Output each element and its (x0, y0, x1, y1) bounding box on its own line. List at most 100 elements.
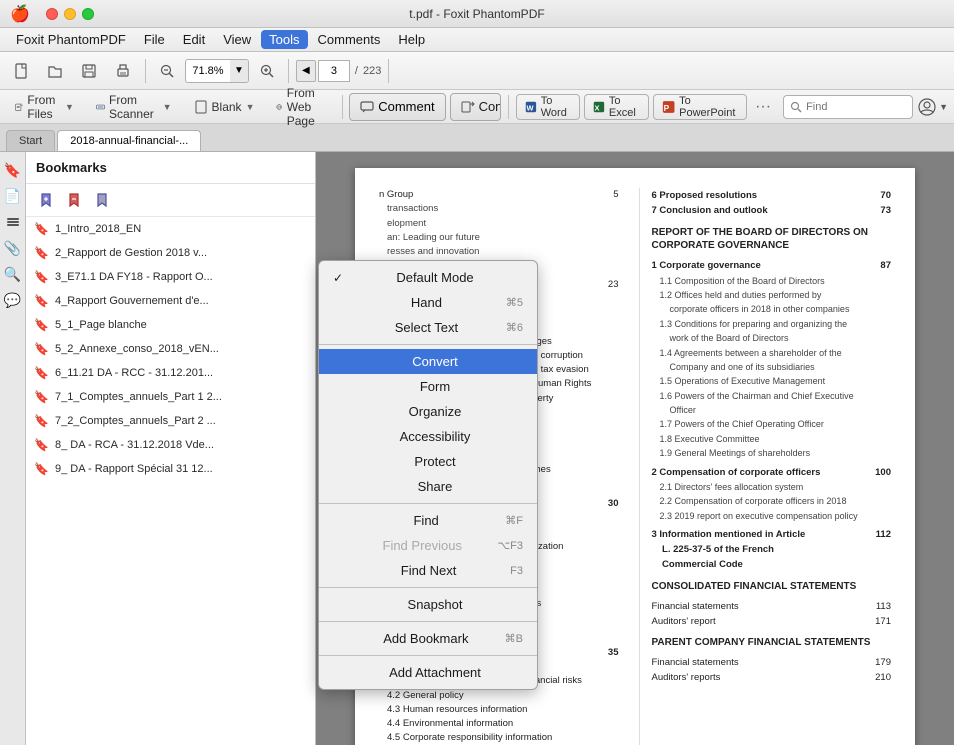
bookmark-label: 4_Rapport Gouvernement d'e... (55, 295, 209, 307)
tab-start[interactable]: Start (6, 130, 55, 151)
sidebar-layers-icon[interactable] (3, 212, 23, 232)
menu-foxit[interactable]: Foxit PhantomPDF (8, 30, 134, 49)
from-web-page-button[interactable]: From Web Page (267, 94, 334, 120)
menu-share[interactable]: Share (319, 474, 537, 499)
blank-button[interactable]: Blank ▼ (185, 94, 264, 120)
list-item[interactable]: 🔖 8_ DA - RCA - 31.12.2018 Vde... (26, 433, 315, 457)
bookmarks-panel: Bookmarks 🔖 1_Intro_2018_EN 🔖 2_Rapport … (26, 152, 316, 745)
from-web-page-label: From Web Page (287, 86, 326, 128)
menu-tools[interactable]: Tools (261, 30, 307, 49)
to-excel-button[interactable]: X To Excel (584, 94, 649, 120)
save-button[interactable] (74, 59, 104, 83)
menu-convert[interactable]: Convert (319, 349, 537, 374)
list-item[interactable]: 🔖 6_11.21 DA - RCC - 31.12.201... (26, 361, 315, 385)
menu-item-label: Form (420, 379, 450, 394)
menu-item-label: Protect (414, 454, 455, 469)
menu-item-label: Accessibility (400, 429, 471, 444)
traffic-lights (46, 8, 94, 20)
add-bookmark-icon-btn[interactable] (34, 188, 58, 212)
menu-item-label: Find Previous (383, 538, 462, 553)
separator (319, 503, 537, 504)
bookmarks-toolbar (26, 184, 315, 217)
bookmark-label: 1_Intro_2018_EN (55, 223, 141, 235)
menu-snapshot[interactable]: Snapshot (319, 592, 537, 617)
to-powerpoint-button[interactable]: P To PowerPoint (653, 94, 747, 120)
menu-organize[interactable]: Organize (319, 399, 537, 424)
sidebar-attachments-icon[interactable]: 📎 (3, 238, 23, 258)
remove-bookmark-icon-btn[interactable] (62, 188, 86, 212)
menu-accessibility[interactable]: Accessibility (319, 424, 537, 449)
list-item[interactable]: 🔖 3_E71.1 DA FY18 - Rapport O... (26, 265, 315, 289)
menu-add-attachment[interactable]: Add Attachment (319, 660, 537, 685)
shortcut-label: ⌘F (505, 514, 523, 527)
bookmark-label: 7_1_Comptes_annuels_Part 1 2... (55, 391, 222, 403)
menu-protect[interactable]: Protect (319, 449, 537, 474)
tab-bar: Start 2018-annual-financial-... (0, 124, 954, 152)
convert-main-button[interactable]: Convert (451, 94, 502, 120)
page-input[interactable]: 3 (318, 60, 350, 82)
list-item[interactable]: 🔖 2_Rapport de Gestion 2018 v... (26, 241, 315, 265)
zoom-input[interactable]: 71.8% (186, 65, 230, 77)
list-item[interactable]: 🔖 7_2_Comptes_annuels_Part 2 ... (26, 409, 315, 433)
list-item[interactable]: 🔖 9_ DA - Rapport Spécial 31 12... (26, 457, 315, 481)
to-excel-label: To Excel (609, 95, 640, 119)
from-files-arrow: ▼ (65, 102, 74, 112)
menu-find-next[interactable]: Find Next F3 (319, 558, 537, 583)
menu-item-label: Add Bookmark (383, 631, 468, 646)
list-item[interactable]: 🔖 5_1_Page blanche (26, 313, 315, 337)
list-item[interactable]: 🔖 1_Intro_2018_EN (26, 217, 315, 241)
page-navigation: ◀ 3 / 223 (296, 60, 381, 82)
search-input[interactable] (806, 101, 906, 113)
bookmark-icon: 🔖 (34, 294, 49, 308)
menu-item-label: Convert (412, 354, 458, 369)
list-item[interactable]: 🔖 4_Rapport Gouvernement d'e... (26, 289, 315, 313)
bookmark-icon: 🔖 (34, 366, 49, 380)
menu-comments[interactable]: Comments (310, 30, 389, 49)
zoom-in-button[interactable] (253, 60, 281, 82)
print-button[interactable] (108, 59, 138, 83)
zoom-out-button[interactable] (153, 60, 181, 82)
minimize-button[interactable] (64, 8, 76, 20)
sidebar-pages-icon[interactable]: 📄 (3, 186, 23, 206)
shortcut-label: ⌘6 (506, 321, 523, 334)
menu-help[interactable]: Help (390, 30, 433, 49)
from-files-button[interactable]: From Files ▼ (6, 94, 83, 120)
collapse-bookmark-icon-btn[interactable] (90, 188, 114, 212)
bookmark-label: 7_2_Comptes_annuels_Part 2 ... (55, 415, 216, 427)
from-scanner-button[interactable]: From Scanner ▼ (87, 94, 181, 120)
new-file-button[interactable] (6, 59, 36, 83)
menu-item-label: Default Mode (396, 270, 473, 285)
shortcut-label: ⌘B (505, 632, 523, 645)
user-icon-area[interactable]: ▼ (917, 97, 948, 117)
title-bar: 🍎 t.pdf - Foxit PhantomPDF (0, 0, 954, 28)
comment-button[interactable]: Comment (349, 93, 445, 121)
bookmark-label: 8_ DA - RCA - 31.12.2018 Vde... (55, 439, 214, 451)
menu-find[interactable]: Find ⌘F (319, 508, 537, 533)
menu-hand[interactable]: Hand ⌘5 (319, 290, 537, 315)
menu-view[interactable]: View (215, 30, 259, 49)
to-powerpoint-label: To PowerPoint (679, 95, 738, 119)
list-item[interactable]: 🔖 5_2_Annexe_conso_2018_vEN... (26, 337, 315, 361)
more-options-button[interactable]: ··· (751, 98, 775, 116)
menu-default-mode[interactable]: ✓ Default Mode (319, 265, 537, 290)
list-item[interactable]: 🔖 7_1_Comptes_annuels_Part 1 2... (26, 385, 315, 409)
maximize-button[interactable] (82, 8, 94, 20)
open-file-button[interactable] (40, 59, 70, 83)
menu-add-bookmark[interactable]: Add Bookmark ⌘B (319, 626, 537, 651)
to-word-button[interactable]: W To Word (516, 94, 580, 120)
menu-edit[interactable]: Edit (175, 30, 213, 49)
close-button[interactable] (46, 8, 58, 20)
user-dropdown-arrow: ▼ (939, 102, 948, 112)
sidebar-search-icon[interactable]: 🔍 (3, 264, 23, 284)
sidebar-bookmarks-icon[interactable]: 🔖 (3, 160, 23, 180)
sidebar-comments-icon[interactable]: 💬 (3, 290, 23, 310)
menu-file[interactable]: File (136, 30, 173, 49)
separator (319, 344, 537, 345)
menu-item-label: Add Attachment (389, 665, 481, 680)
prev-page-button[interactable]: ◀ (296, 60, 316, 82)
shortcut-label: ⌘5 (506, 296, 523, 309)
tab-document[interactable]: 2018-annual-financial-... (57, 130, 201, 151)
menu-select-text[interactable]: Select Text ⌘6 (319, 315, 537, 340)
menu-form[interactable]: Form (319, 374, 537, 399)
zoom-dropdown-button[interactable]: ▼ (230, 60, 248, 82)
